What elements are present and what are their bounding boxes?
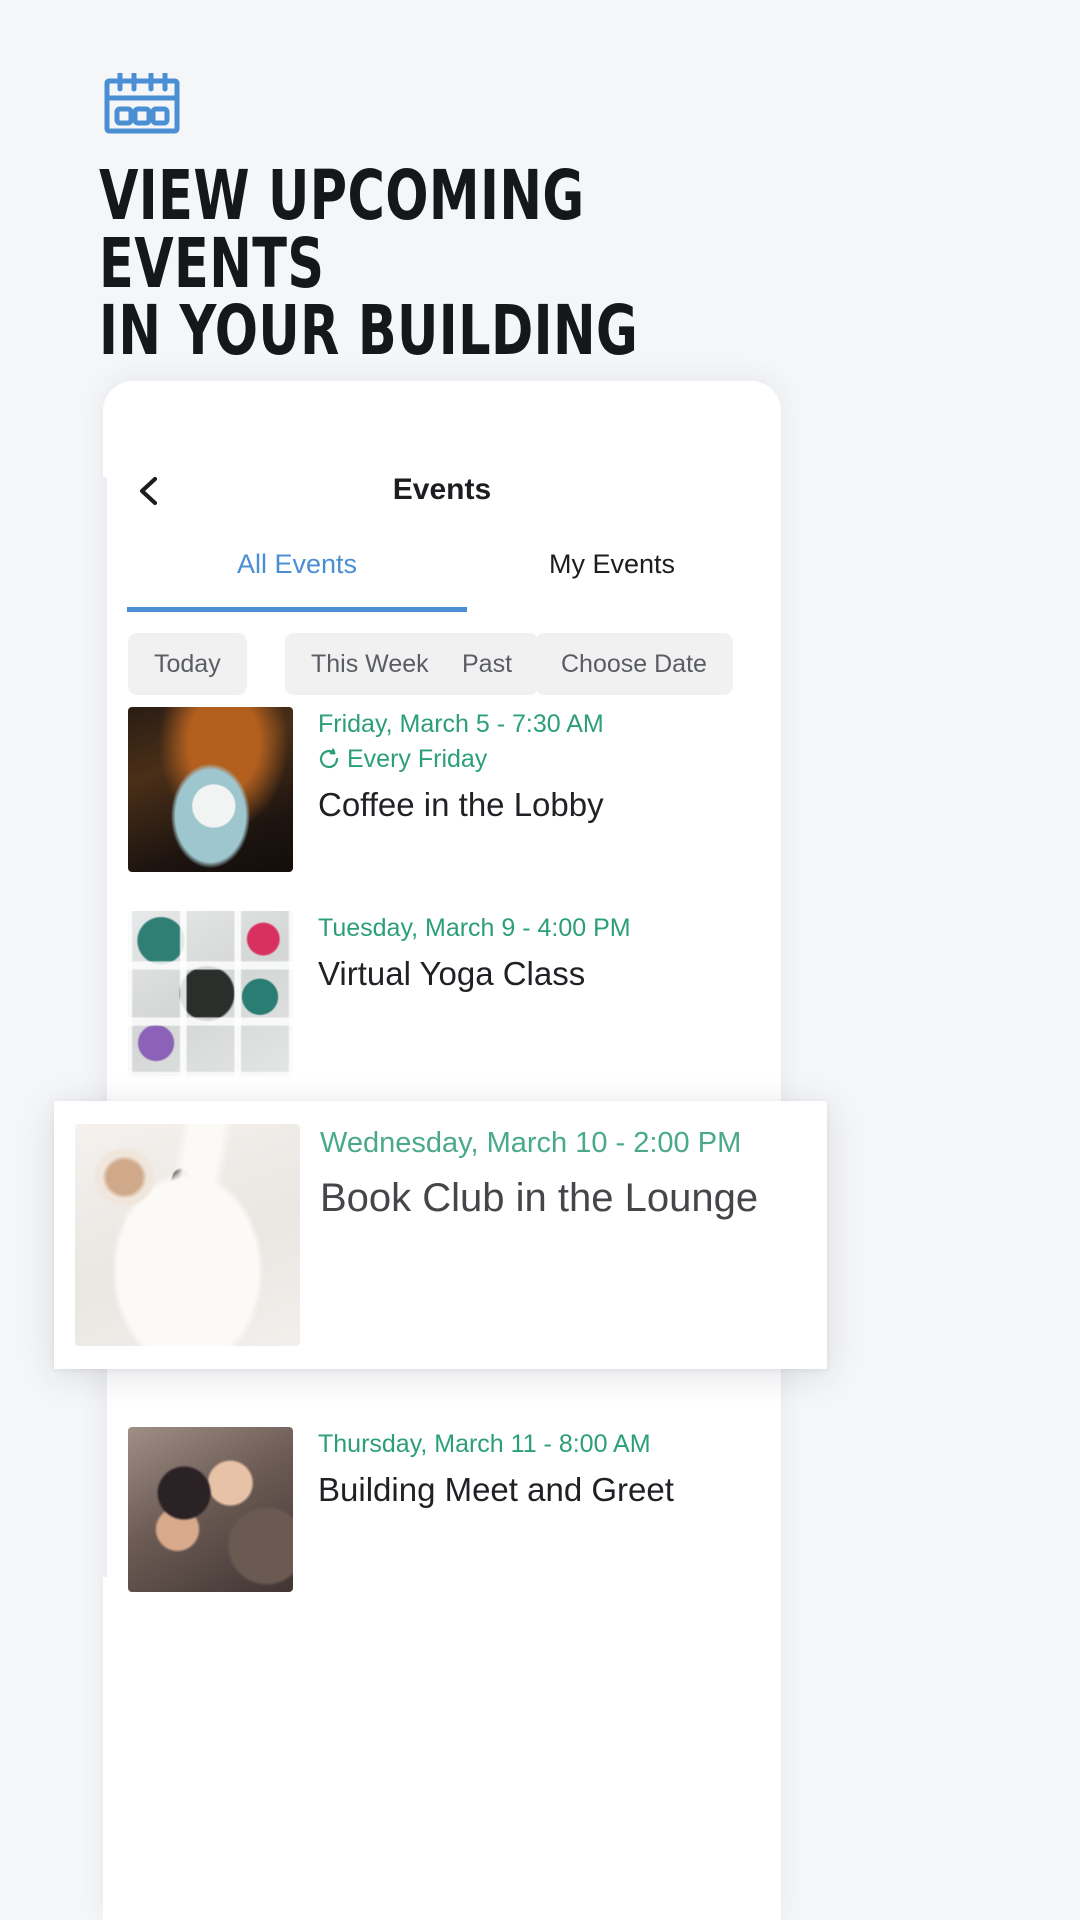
event-date: Friday, March 5 - 7:30 AM — [318, 710, 604, 738]
event-date: Tuesday, March 9 - 4:00 PM — [318, 914, 631, 942]
book-and-coffee-photo — [75, 1124, 300, 1346]
filter-chip-today[interactable]: Today — [128, 633, 247, 695]
filter-chip-past-label: Past — [462, 649, 513, 678]
filter-chip-choose-date-label: Choose Date — [561, 649, 707, 678]
tab-all-events-label: All Events — [236, 549, 358, 579]
filter-chip-this-week[interactable]: This Week — [285, 633, 455, 695]
event-details: Friday, March 5 - 7:30 AM Every Friday C… — [318, 707, 758, 827]
event-thumbnail — [128, 1427, 293, 1592]
event-title: Building Meet and Greet — [318, 1470, 674, 1508]
tab-my-events-label: My Events — [548, 549, 676, 579]
event-title: Coffee in the Lobby — [318, 786, 604, 823]
tab-my-events[interactable]: My Events — [467, 549, 757, 611]
event-thumbnail — [128, 707, 293, 872]
filter-chip-past[interactable]: Past — [436, 633, 539, 695]
event-details: Tuesday, March 9 - 4:00 PM Virtual Yoga … — [318, 911, 758, 995]
calendar-icon — [103, 71, 181, 135]
filter-chip-choose-date[interactable]: Choose Date — [535, 633, 733, 695]
app-header: Events — [103, 463, 781, 523]
yoga-mats-photo — [128, 911, 293, 1076]
highlighted-event-card[interactable]: Wednesday, March 10 - 2:00 PM Book Club … — [54, 1101, 827, 1369]
event-thumbnail — [128, 911, 293, 1076]
event-title: Book Club in the Lounge — [320, 1175, 759, 1220]
filter-chip-this-week-label: This Week — [311, 649, 429, 678]
page-title: VIEW UPCOMING EVENTS IN YOUR BUILDING — [99, 156, 639, 372]
tab-bar: All Events My Events — [103, 549, 781, 612]
event-recurrence-label: Every Friday — [347, 744, 488, 773]
event-thumbnail — [75, 1124, 300, 1346]
filter-chip-row: Today This Week Past Choose Date — [103, 633, 781, 695]
filter-chip-today-label: Today — [154, 649, 221, 678]
event-date: Wednesday, March 10 - 2:00 PM — [320, 1127, 742, 1159]
coffee-cup-photo — [128, 707, 293, 872]
event-recurrence: Every Friday — [318, 742, 758, 778]
tab-active-indicator — [127, 607, 467, 612]
people-smiling-photo — [128, 1427, 293, 1592]
app-title: Events — [392, 473, 492, 506]
promo-screenshot: VIEW UPCOMING EVENTS IN YOUR BUILDING Ev… — [0, 0, 1080, 1920]
event-date: Thursday, March 11 - 8:00 AM — [318, 1430, 651, 1458]
event-title: Virtual Yoga Class — [318, 954, 586, 992]
event-details: Thursday, March 11 - 8:00 AM Building Me… — [318, 1427, 758, 1511]
tab-all-events[interactable]: All Events — [127, 549, 467, 611]
repeat-icon — [319, 748, 339, 769]
event-details: Wednesday, March 10 - 2:00 PM Book Club … — [320, 1123, 820, 1226]
